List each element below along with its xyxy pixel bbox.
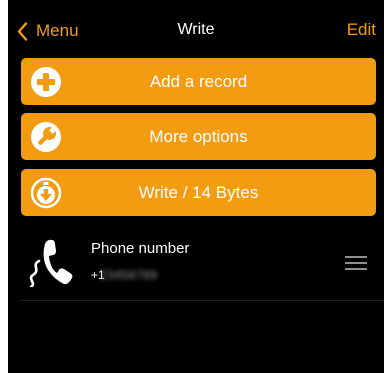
app-screen: Menu Write Edit Add a record More option… [8, 0, 384, 373]
record-title: Phone number [91, 240, 190, 257]
navigation-bar: Menu Write Edit [8, 0, 384, 58]
edit-button[interactable]: Edit [347, 20, 376, 40]
more-options-button[interactable]: More options [21, 113, 376, 160]
phone-icon [29, 239, 73, 287]
add-record-label: Add a record [149, 72, 248, 91]
add-record-button[interactable]: Add a record [21, 58, 376, 105]
row-divider [21, 300, 384, 301]
write-tag-button[interactable]: Write / 14 Bytes [21, 169, 376, 216]
record-row[interactable]: Phone number +1 23456789 [21, 228, 384, 300]
back-button[interactable]: Menu [17, 19, 79, 43]
write-tag-label: Write / 14 Bytes [138, 183, 259, 202]
chevron-left-icon [17, 21, 28, 41]
back-button-label: Menu [36, 21, 79, 40]
drag-handle-icon[interactable] [345, 256, 367, 270]
record-value-redacted: 23456789 [100, 268, 158, 282]
more-options-label: More options [149, 127, 248, 146]
